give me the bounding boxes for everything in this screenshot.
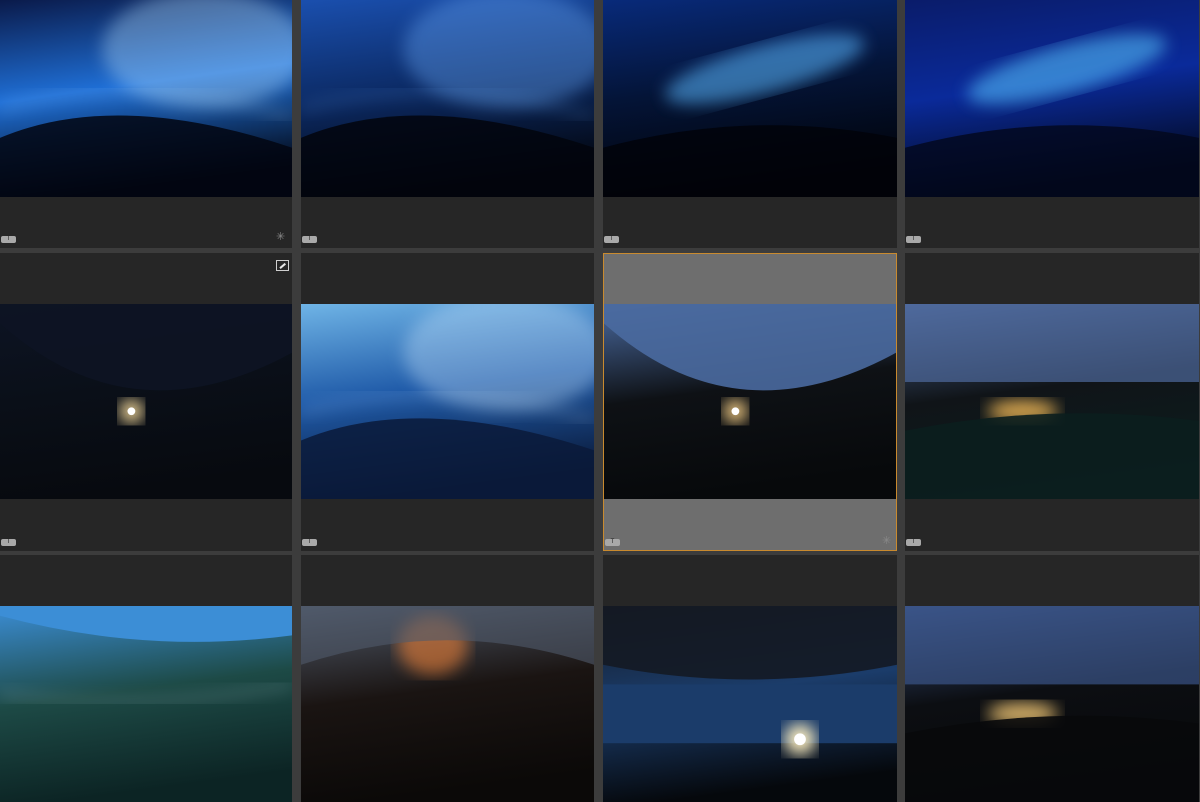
thumbnail-image[interactable] [0,606,292,802]
library-grid: T ✳ T T T T T T ✳ T [0,0,1200,802]
thumbnail-cell[interactable]: T [905,0,1199,248]
thumbnail-image[interactable] [604,304,896,499]
thumbnail-cell[interactable] [0,555,292,802]
thumbnail-badge[interactable]: T [1,539,16,546]
thumbnail-cell[interactable] [905,555,1199,802]
thumbnail-cell[interactable]: T [603,0,897,248]
thumbnail-badge[interactable]: T [302,539,317,546]
thumbnail-image[interactable] [301,304,594,499]
develop-settings-icon[interactable]: ✳ [882,535,891,546]
thumbnail-cell[interactable]: T [301,0,594,248]
thumbnail-image[interactable] [603,0,897,197]
thumbnail-badge[interactable]: T [906,539,921,546]
thumbnail-badge[interactable]: T [906,236,921,243]
thumbnail-image[interactable] [603,606,897,802]
develop-settings-icon[interactable]: ✳ [276,231,285,242]
thumbnail-cell[interactable]: T ✳ [0,0,292,248]
thumbnail-cell[interactable]: T [905,253,1199,551]
thumbnail-badge[interactable]: T [1,236,16,243]
thumbnail-cell[interactable] [301,555,594,802]
thumbnail-image[interactable] [301,606,594,802]
thumbnail-cell[interactable]: T [301,253,594,551]
thumbnail-image[interactable] [0,304,292,499]
crop-edit-icon[interactable] [276,260,289,271]
thumbnail-cell[interactable]: T [0,253,292,551]
thumbnail-image[interactable] [905,606,1199,802]
thumbnail-badge[interactable]: T [302,236,317,243]
thumbnail-image[interactable] [905,304,1199,499]
thumbnail-cell[interactable]: T ✳ [603,253,897,551]
thumbnail-image[interactable] [905,0,1199,197]
thumbnail-image[interactable] [0,0,292,197]
thumbnail-image[interactable] [301,0,594,197]
thumbnail-badge[interactable]: T [604,236,619,243]
thumbnail-badge[interactable]: T [605,539,620,546]
thumbnail-cell[interactable] [603,555,897,802]
